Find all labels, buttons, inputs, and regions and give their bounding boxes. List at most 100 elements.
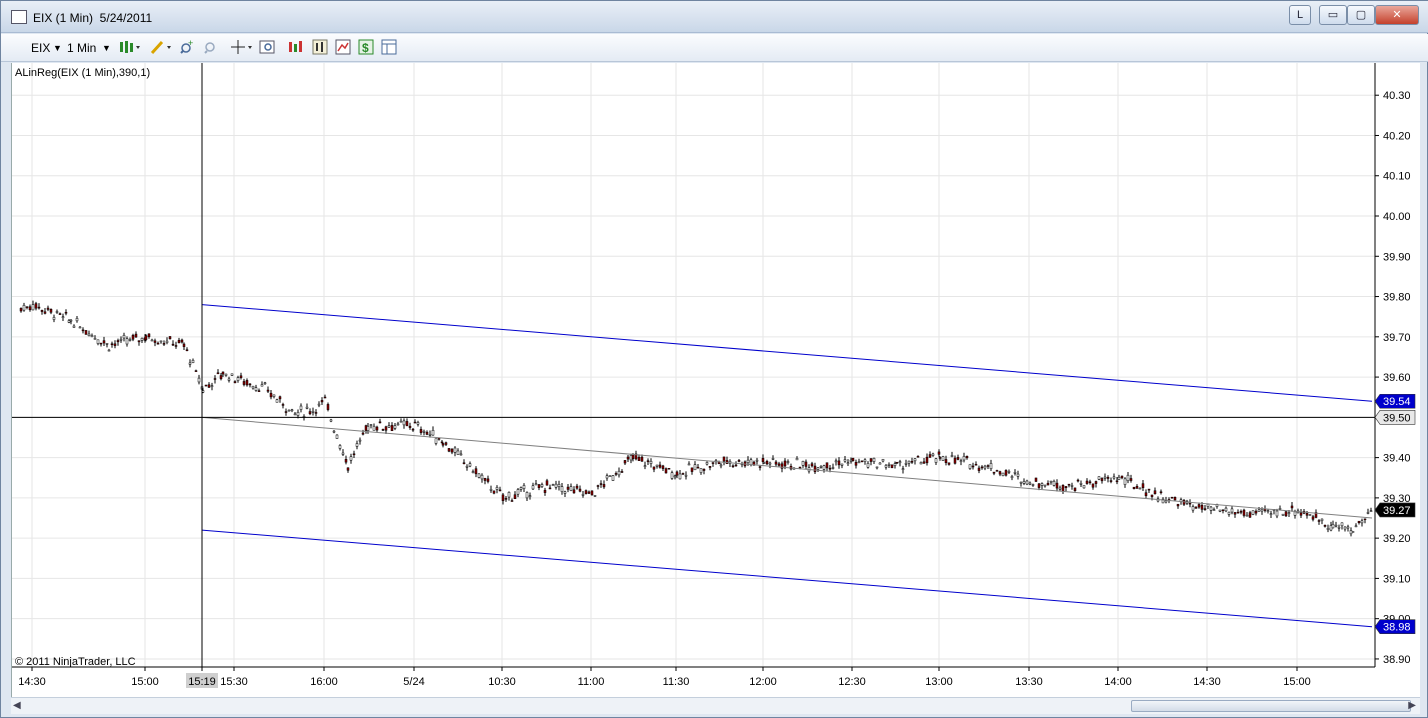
price-bar [504, 498, 508, 500]
price-bar [1150, 494, 1154, 497]
price-bar [661, 465, 665, 469]
price-bar [428, 434, 432, 436]
price-bar [125, 338, 129, 345]
price-bar [1369, 510, 1373, 512]
price-bar [1049, 480, 1053, 483]
price-bar [437, 437, 441, 440]
price-bar [272, 394, 276, 397]
properties-icon[interactable] [259, 39, 275, 55]
price-bar [989, 463, 993, 469]
price-bar [34, 303, 38, 309]
price-bar [1031, 484, 1035, 486]
price-bar [459, 453, 463, 456]
price-bar [872, 457, 876, 462]
close-button[interactable]: ✕ [1375, 5, 1419, 25]
price-bar [419, 429, 423, 433]
price-bar [1363, 518, 1367, 521]
price-bar [287, 409, 291, 412]
price-bar [338, 445, 342, 449]
price-bar [40, 310, 44, 312]
price-bar [1188, 502, 1192, 505]
interval-selector[interactable]: 1 Min [67, 39, 96, 57]
price-bar [851, 457, 855, 462]
minimize-button[interactable]: ▭ [1319, 5, 1347, 25]
maximize-button[interactable]: ▢ [1347, 5, 1375, 25]
price-bar [928, 454, 932, 458]
copyright-label: © 2011 NinjaTrader, LLC [15, 656, 136, 668]
price-bar [122, 335, 126, 339]
link-button[interactable]: L [1289, 5, 1311, 25]
interval-dropdown-icon[interactable]: ▼ [102, 39, 111, 57]
chart-trader-icon[interactable] [335, 39, 351, 55]
price-bar [1242, 509, 1246, 516]
strategies-icon[interactable] [312, 39, 328, 55]
price-bar [822, 465, 826, 470]
price-bar [510, 500, 514, 502]
price-bar [501, 494, 505, 501]
price-bar [311, 411, 315, 413]
price-bar [731, 465, 735, 468]
crosshair-icon[interactable] [230, 39, 254, 55]
price-bar [396, 423, 400, 426]
price-bar [737, 460, 741, 462]
price-bar [236, 377, 240, 381]
price-bar [673, 475, 677, 478]
price-bar [854, 462, 858, 466]
price-bar [213, 378, 217, 380]
time-tick-label: 13:00 [925, 676, 953, 688]
horizontal-scrollbar[interactable]: ◀ ▶ [11, 697, 1420, 714]
price-bar [846, 462, 850, 465]
chart-style-icon[interactable] [119, 39, 141, 55]
instrument-dropdown-icon[interactable]: ▼ [53, 39, 62, 57]
price-bar [1329, 525, 1333, 531]
dollar-icon[interactable]: $ [358, 39, 374, 55]
chart-panel[interactable]: 40.30 40.20 40.10 40.00 39.90 39.80 39.70 39.60… [11, 63, 1420, 697]
zoom-out-icon[interactable] [202, 39, 218, 55]
price-bar [462, 462, 466, 464]
price-bar [569, 486, 573, 491]
price-bar [1311, 516, 1315, 520]
price-bar [441, 443, 445, 446]
price-bar [1052, 481, 1056, 486]
price-bar [866, 463, 870, 468]
price-bar [1004, 470, 1008, 476]
scroll-left-arrow-icon[interactable]: ◀ [13, 700, 21, 711]
price-bar [284, 411, 288, 413]
price-bar [581, 494, 585, 496]
price-bar [843, 459, 847, 462]
indicators-icon[interactable] [288, 39, 304, 55]
price-bar [492, 490, 496, 494]
zoom-in-icon[interactable]: + [179, 39, 195, 55]
price-bar [919, 462, 923, 465]
price-bar [534, 483, 538, 486]
price-bar [453, 447, 457, 453]
time-tick-label: 14:00 [1104, 676, 1132, 688]
price-chart[interactable]: 40.30 40.20 40.10 40.00 39.90 39.80 39.70 39.60… [12, 63, 1421, 697]
time-tick-label: 15:00 [1283, 676, 1311, 688]
draw-tool-icon[interactable] [150, 39, 172, 55]
price-bar [102, 340, 106, 344]
price-bar [922, 461, 926, 464]
time-tick-label: 14:30 [1193, 676, 1221, 688]
title-bar[interactable]: EIX (1 Min) 5/24/2011 L ▭ ▢ ✕ [1, 1, 1428, 33]
price-bar [1007, 471, 1011, 473]
price-bar [1239, 511, 1243, 513]
price-bar [1227, 511, 1231, 515]
price-bar [308, 411, 312, 415]
price-bar [1025, 480, 1029, 485]
data-box-icon[interactable] [381, 39, 397, 55]
scroll-right-arrow-icon[interactable]: ▶ [1408, 700, 1416, 711]
time-tick-label: 13:30 [1015, 676, 1043, 688]
price-bar [402, 420, 406, 426]
time-tick-label: 5/24 [403, 676, 424, 688]
price-bar [168, 336, 172, 340]
price-bar [242, 381, 246, 385]
price-bar [522, 485, 526, 489]
price-bar [378, 421, 382, 424]
price-tick-label: 39.70 [1383, 332, 1411, 344]
price-bar [1334, 524, 1338, 527]
instrument-selector[interactable]: EIX [31, 39, 50, 57]
scrollbar-thumb[interactable] [1131, 700, 1411, 712]
price-bar [37, 306, 41, 309]
price-bar [171, 343, 175, 346]
